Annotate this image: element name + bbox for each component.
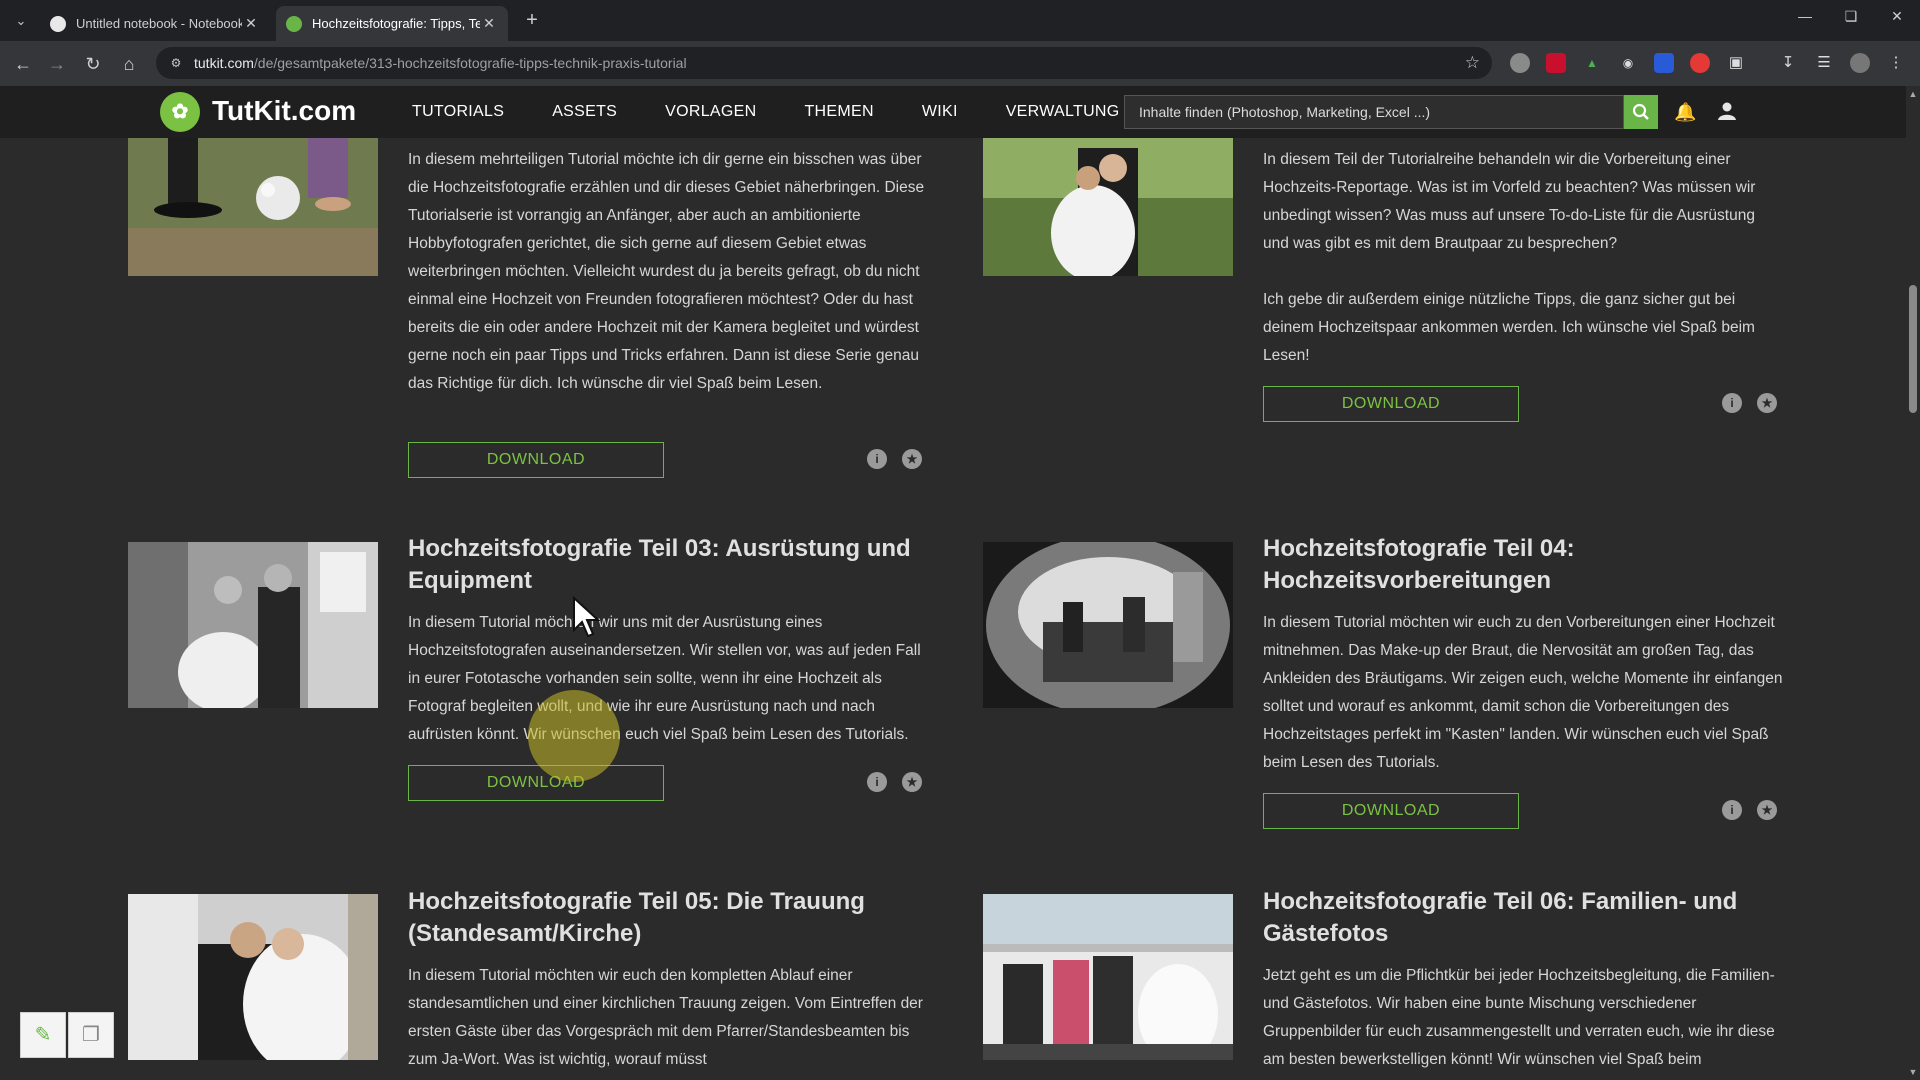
page-scrollbar[interactable] bbox=[1906, 86, 1920, 1080]
mouse-cursor-icon bbox=[573, 596, 600, 638]
download-button[interactable]: DOWNLOAD bbox=[1263, 793, 1519, 829]
nav-verwaltung[interactable]: VERWALTUNG bbox=[1006, 103, 1120, 121]
bookmark-star-icon[interactable]: ☆ bbox=[1465, 53, 1480, 73]
nav-vorlagen[interactable]: VORLAGEN bbox=[665, 103, 756, 121]
card-description: Ich gebe dir außerdem einige nützliche T… bbox=[1263, 291, 1755, 364]
card-description: In diesem mehrteiligen Tutorial möchte i… bbox=[408, 151, 925, 392]
browser-tab-tutkit[interactable]: Hochzeitsfotografie: Tipps, Tech ✕ bbox=[276, 6, 508, 41]
thumbnail-image[interactable] bbox=[983, 894, 1233, 1060]
card-title[interactable]: Hochzeitsfotografie Teil 04: Hochzeitsvo… bbox=[1263, 533, 1783, 597]
card-description: Jetzt geht es um die Pflichtkür bei jede… bbox=[1263, 967, 1775, 1068]
extension-icon[interactable] bbox=[1690, 53, 1710, 73]
nav-tutorials[interactable]: TUTORIALS bbox=[412, 103, 504, 121]
card-title[interactable]: Hochzeitsfotografie Teil 03: Ausrüstung … bbox=[408, 533, 928, 597]
card-title[interactable]: Hochzeitsfotografie Teil 05: Die Trauung… bbox=[408, 886, 928, 950]
download-button[interactable]: DOWNLOAD bbox=[408, 442, 664, 478]
profile-avatar[interactable] bbox=[1850, 53, 1870, 73]
url-text: tutkit.com/de/gesamtpakete/313-hochzeits… bbox=[194, 55, 687, 71]
close-window-icon[interactable]: ✕ bbox=[1882, 8, 1912, 25]
edit-note-icon[interactable]: ✎ bbox=[20, 1012, 66, 1058]
extension-icon[interactable] bbox=[1510, 53, 1530, 73]
star-icon[interactable]: ★ bbox=[902, 772, 922, 792]
thumbnail-image[interactable] bbox=[128, 138, 378, 276]
site-header: ✿ TutKit.com TUTORIALS ASSETS VORLAGEN T… bbox=[0, 86, 1920, 138]
extension-icon[interactable]: ▲ bbox=[1582, 53, 1602, 73]
info-icon[interactable]: i bbox=[1722, 800, 1742, 820]
extension-icon[interactable] bbox=[1654, 53, 1674, 73]
bell-icon[interactable]: 🔔 bbox=[1674, 101, 1696, 123]
thumbnail-image[interactable] bbox=[128, 542, 378, 708]
browser-toolbar: ← → ↻ ⌂ ⚙ tutkit.com/de/gesamtpakete/313… bbox=[0, 41, 1920, 86]
search-button[interactable] bbox=[1624, 95, 1658, 129]
search-box bbox=[1124, 95, 1625, 129]
scroll-down-arrow-icon[interactable]: ▼ bbox=[1906, 1066, 1920, 1078]
reload-icon[interactable]: ↻ bbox=[80, 51, 106, 77]
site-settings-icon[interactable]: ⚙ bbox=[168, 55, 184, 71]
home-icon[interactable]: ⌂ bbox=[116, 51, 142, 77]
user-icon[interactable] bbox=[1716, 101, 1738, 123]
nav-themen[interactable]: THEMEN bbox=[804, 103, 873, 121]
browser-tabbar: ⌄ Untitled notebook - Notebook ✕ Hochzei… bbox=[0, 0, 1920, 41]
puzzle-icon[interactable]: ▣ bbox=[1726, 53, 1746, 73]
content-area: In diesem mehrteiligen Tutorial möchte i… bbox=[0, 138, 1906, 1080]
thumbnail-image[interactable] bbox=[983, 138, 1233, 276]
copy-icon[interactable]: ❐ bbox=[68, 1012, 114, 1058]
search-icon bbox=[1632, 103, 1649, 120]
search-input[interactable] bbox=[1125, 96, 1625, 128]
star-icon[interactable]: ★ bbox=[1757, 393, 1777, 413]
new-tab-button[interactable]: + bbox=[520, 9, 544, 33]
notebook-favicon-icon bbox=[50, 15, 66, 32]
restore-icon[interactable]: ❏ bbox=[1836, 8, 1866, 25]
floating-toolbox: ✎ ❐ bbox=[20, 1012, 116, 1058]
address-bar[interactable]: ⚙ tutkit.com/de/gesamtpakete/313-hochzei… bbox=[156, 47, 1492, 79]
thumbnail-image[interactable] bbox=[128, 894, 378, 1060]
nav-wiki[interactable]: WIKI bbox=[922, 103, 958, 121]
cursor-highlight bbox=[528, 690, 620, 782]
tutkit-logo-icon[interactable]: ✿ bbox=[160, 92, 200, 132]
card-description: In diesem Teil der Tutorialreihe behande… bbox=[1263, 151, 1756, 252]
thumbnail-image[interactable] bbox=[983, 542, 1233, 708]
extension-icon[interactable] bbox=[1546, 53, 1566, 73]
download-icon[interactable]: ↧ bbox=[1778, 53, 1798, 73]
scrollbar-thumb[interactable] bbox=[1909, 285, 1917, 413]
download-button[interactable]: DOWNLOAD bbox=[408, 765, 664, 801]
card-description: In diesem Tutorial möchten wir euch den … bbox=[408, 967, 923, 1068]
site-logo[interactable]: TutKit.com bbox=[212, 95, 356, 127]
tutkit-favicon-icon bbox=[286, 15, 302, 32]
info-icon[interactable]: i bbox=[1722, 393, 1742, 413]
star-icon[interactable]: ★ bbox=[1757, 800, 1777, 820]
main-nav: TUTORIALS ASSETS VORLAGEN THEMEN WIKI VE… bbox=[412, 86, 1168, 138]
media-control-icon[interactable]: ☰ bbox=[1814, 53, 1834, 73]
forward-arrow-icon[interactable]: → bbox=[44, 51, 70, 77]
card-title[interactable]: Hochzeitsfotografie Teil 06: Familien- u… bbox=[1263, 886, 1783, 950]
back-arrow-icon[interactable]: ← bbox=[10, 51, 36, 77]
download-button[interactable]: DOWNLOAD bbox=[1263, 386, 1519, 422]
info-icon[interactable]: i bbox=[867, 449, 887, 469]
camera-icon[interactable]: ◉ bbox=[1618, 53, 1638, 73]
close-tab-icon[interactable]: ✕ bbox=[242, 15, 260, 32]
card-description: In diesem Tutorial möchten wir euch zu d… bbox=[1263, 614, 1783, 771]
nav-assets[interactable]: ASSETS bbox=[552, 103, 617, 121]
card-description: In diesem Tutorial möchten wir uns mit d… bbox=[408, 614, 921, 743]
tab-list-chevron-icon[interactable]: ⌄ bbox=[10, 10, 32, 32]
minimize-icon[interactable]: — bbox=[1790, 8, 1820, 24]
scroll-up-arrow-icon[interactable]: ▲ bbox=[1906, 88, 1920, 100]
browser-tab-notebook[interactable]: Untitled notebook - Notebook ✕ bbox=[40, 6, 270, 41]
info-icon[interactable]: i bbox=[867, 772, 887, 792]
star-icon[interactable]: ★ bbox=[902, 449, 922, 469]
close-tab-icon[interactable]: ✕ bbox=[480, 15, 498, 32]
menu-kebab-icon[interactable]: ⋮ bbox=[1886, 53, 1906, 73]
